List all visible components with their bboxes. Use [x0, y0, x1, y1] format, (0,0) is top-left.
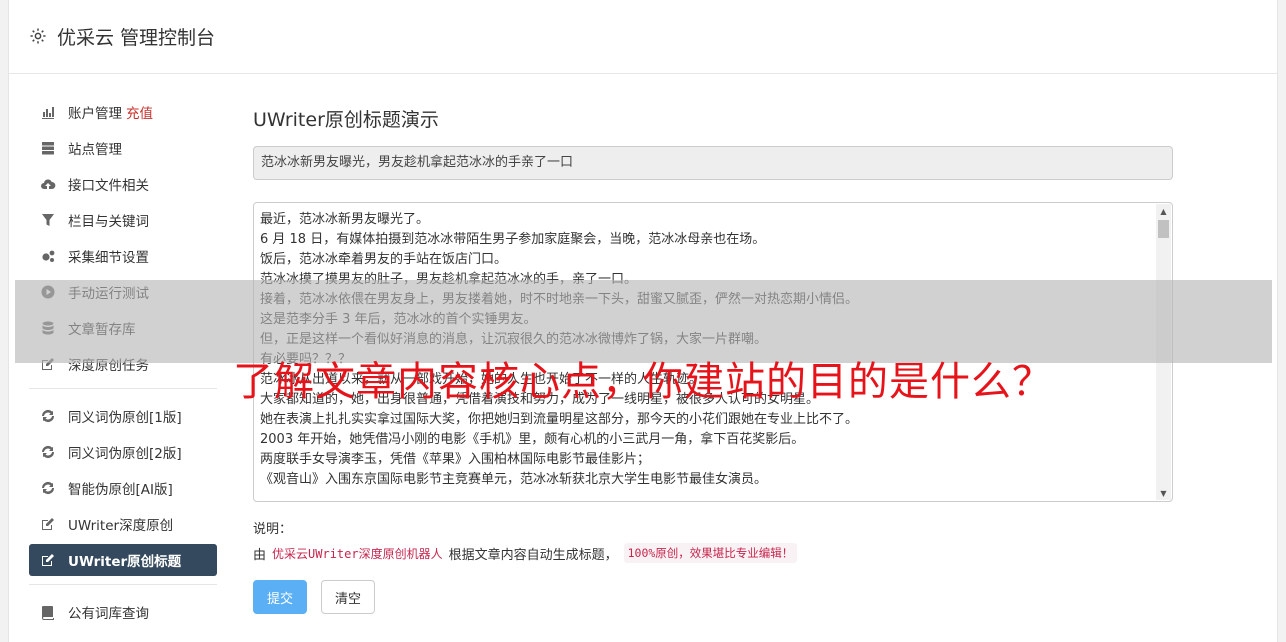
overlay-headline: 了解文章内容核心点，你建站的目的是什么？ — [233, 359, 1053, 405]
content-line: 2003 年开始，她凭借冯小刚的电影《手机》里，颇有心机的小三武月一角，拿下百花… — [260, 432, 805, 447]
scroll-up-arrow-icon[interactable]: ▲ — [1156, 204, 1171, 218]
sidebar-divider — [29, 584, 217, 585]
refresh-icon — [39, 444, 57, 460]
sidebar-item-label: 采集细节设置 — [68, 250, 149, 266]
sidebar-item-collect-settings[interactable]: 采集细节设置 — [29, 240, 217, 272]
content-line: 最近，范冰冰新男友曝光了。 — [260, 212, 430, 227]
note-prefix: 由 — [253, 547, 267, 563]
sidebar-item-label: 账户管理 — [68, 106, 122, 122]
note-label: 说明： — [253, 522, 293, 537]
edit-icon — [39, 516, 57, 532]
sidebar-item-uwriter-title[interactable]: UWriter原创标题 — [29, 544, 217, 576]
sidebar-item-label: UWriter深度原创 — [68, 518, 174, 534]
sidebar-item-uwriter-deep[interactable]: UWriter深度原创 — [29, 508, 217, 540]
scroll-thumb[interactable] — [1158, 220, 1169, 238]
note-text: 由 优采云UWriter深度原创机器人 根据文章内容自动生成标题， 100%原创… — [253, 542, 1173, 564]
bar-chart-icon — [39, 104, 57, 120]
sidebar-item-label: 公有词库查询 — [68, 606, 149, 622]
note-robot-name: 优采云UWriter深度原创机器人 — [272, 546, 443, 561]
sidebar-item-synonym-v2[interactable]: 同义词伪原创[2版] — [29, 436, 217, 468]
note-badge: 100%原创，效果堪比专业编辑！ — [623, 543, 798, 563]
gear-icon — [30, 28, 46, 44]
brand[interactable]: 优采云 管理控制台 — [29, 22, 215, 50]
top-bar: 优采云 管理控制台 — [9, 0, 1277, 74]
scroll-down-arrow-icon[interactable]: ▼ — [1156, 486, 1171, 500]
content-line: 6 月 18 日，有媒体拍摄到范冰冰带陌生男子参加家庭聚会，当晚，范冰冰母亲也在… — [260, 232, 766, 247]
sidebar-item-label: 栏目与关键词 — [68, 214, 149, 230]
note-mid: 根据文章内容自动生成标题， — [448, 547, 618, 563]
sidebar-item-api-files[interactable]: 接口文件相关 — [29, 168, 217, 200]
content-line: 《观音山》入围东京国际电影节主竞赛单元，范冰冰斩获北京大学生电影节最佳女演员。 — [260, 472, 768, 487]
cloud-upload-icon — [39, 176, 57, 192]
generated-title-field[interactable]: 范冰冰新男友曝光，男友趁机拿起范冰冰的手亲了一口 — [253, 146, 1173, 180]
book-icon — [39, 604, 57, 620]
refresh-icon — [39, 480, 57, 496]
brand-title: 优采云 管理控制台 — [57, 26, 216, 49]
sidebar-item-label: UWriter原创标题 — [68, 554, 182, 570]
action-buttons: 提交 清空 — [253, 580, 1173, 614]
sidebar-item-public-lexicon[interactable]: 公有词库查询 — [29, 596, 217, 628]
content-line: 她在表演上扎扎实实拿过国际大奖，你把她归到流量明星这部分，那今天的小花们跟她在专… — [260, 412, 859, 427]
sidebar-item-label: 站点管理 — [68, 142, 122, 158]
submit-button[interactable]: 提交 — [253, 580, 307, 614]
clear-button[interactable]: 清空 — [321, 580, 375, 614]
server-icon — [39, 140, 57, 156]
sidebar-item-label: 接口文件相关 — [68, 178, 149, 194]
page-title: UWriter原创标题演示 — [253, 109, 439, 131]
sidebar-item-label: 智能伪原创[AI版] — [68, 482, 173, 498]
sidebar-item-account[interactable]: 账户管理 充值 — [29, 96, 217, 128]
recharge-link[interactable]: 充值 — [126, 102, 153, 122]
sidebar-item-label: 同义词伪原创[2版] — [68, 446, 182, 462]
content-line: 饭后，范冰冰牵着男友的手站在饭店门口。 — [260, 252, 508, 267]
sidebar-item-ai-rewrite[interactable]: 智能伪原创[AI版] — [29, 472, 217, 504]
gears-icon — [39, 248, 57, 264]
edit-icon — [39, 552, 57, 568]
sidebar-item-sites[interactable]: 站点管理 — [29, 132, 217, 164]
overlay-band — [15, 280, 1272, 363]
content-line: 两度联手女导演李玉，凭借《苹果》入围柏林国际电影节最佳影片； — [260, 452, 651, 467]
filter-icon — [39, 212, 57, 228]
sidebar-item-columns-keywords[interactable]: 栏目与关键词 — [29, 204, 217, 236]
